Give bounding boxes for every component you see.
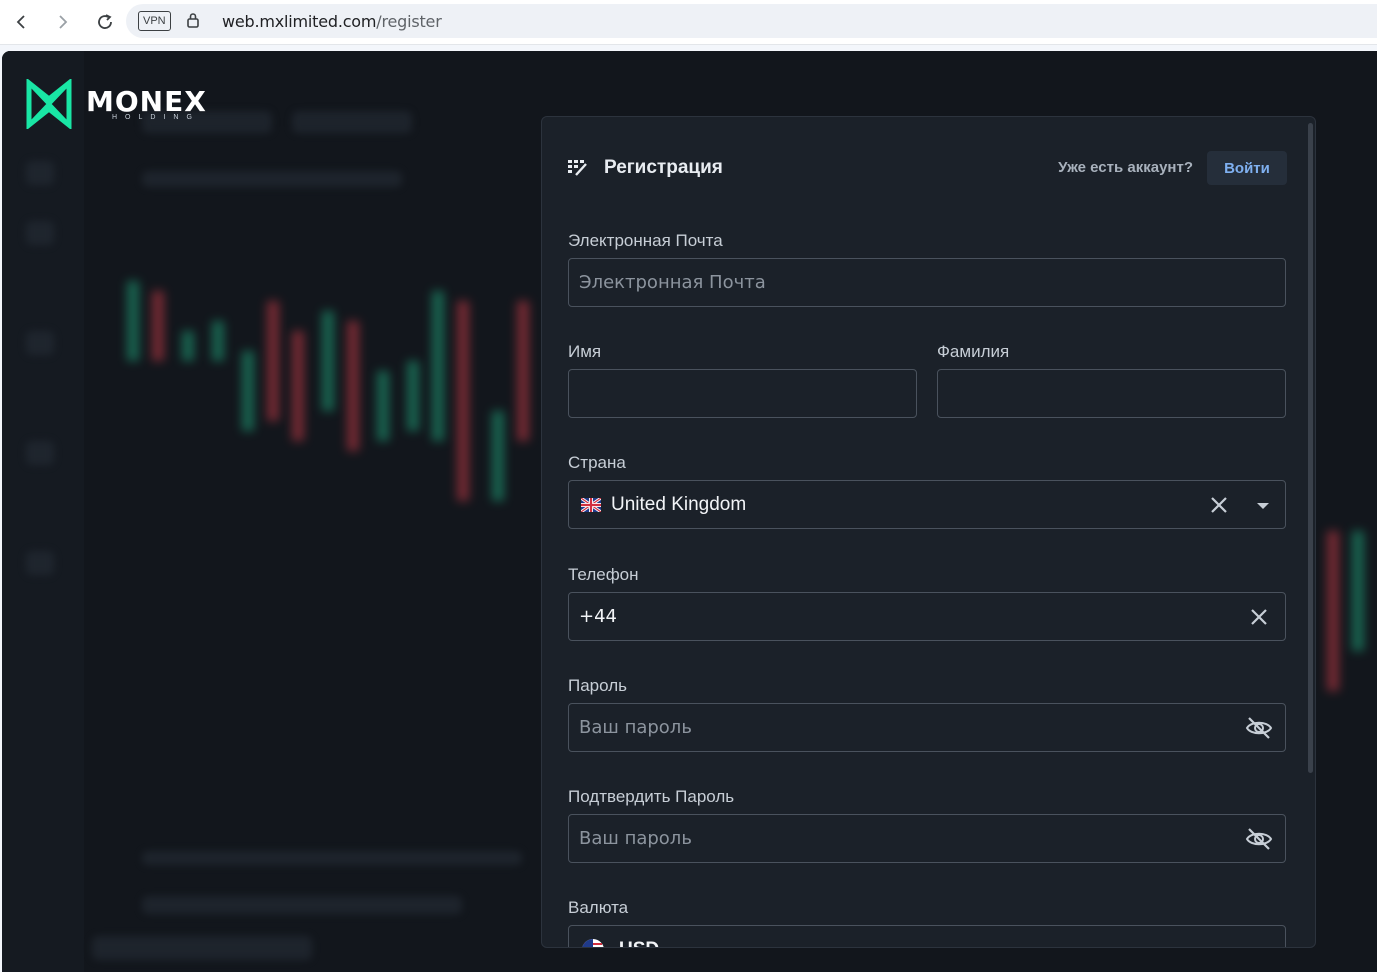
currency-label: Валюта bbox=[568, 898, 629, 917]
logo-name: MONEX bbox=[86, 84, 207, 118]
blurred-element bbox=[26, 221, 54, 245]
first-name-label: Имя bbox=[568, 342, 602, 361]
blurred-candle bbox=[182, 331, 194, 361]
blurred-candle bbox=[152, 291, 164, 361]
lock-icon[interactable] bbox=[186, 12, 200, 34]
blurred-candle bbox=[212, 321, 224, 361]
blurred-candle bbox=[242, 351, 254, 431]
blurred-element bbox=[26, 441, 54, 465]
clear-country-icon[interactable] bbox=[1207, 493, 1231, 517]
email-label: Электронная Почта bbox=[568, 231, 723, 250]
email-field-box bbox=[568, 258, 1286, 307]
last-name-label: Фамилия bbox=[937, 342, 1010, 361]
vpn-badge[interactable]: VPN bbox=[138, 11, 171, 31]
back-icon[interactable] bbox=[9, 9, 35, 35]
logo-subtitle: HOLDING bbox=[112, 113, 200, 121]
blurred-candle bbox=[377, 371, 389, 441]
first-name-input[interactable] bbox=[579, 370, 856, 417]
blurred-element bbox=[26, 331, 54, 355]
blurred-candle bbox=[407, 361, 419, 431]
phone-label: Телефон bbox=[568, 565, 639, 584]
uk-flag-icon bbox=[581, 498, 601, 512]
phone-field-box bbox=[568, 592, 1286, 641]
blurred-candle bbox=[127, 281, 139, 361]
blurred-candle bbox=[347, 321, 359, 451]
last-name-input[interactable] bbox=[948, 370, 1225, 417]
address-bar[interactable]: VPN web.mxlimited.com/register bbox=[126, 4, 1377, 38]
blurred-candle bbox=[432, 291, 444, 441]
blurred-element bbox=[26, 551, 54, 575]
logo-wordmark: MONEX HOLDING bbox=[86, 84, 207, 121]
currency-value: USD bbox=[619, 939, 659, 947]
chevron-down-icon[interactable] bbox=[1251, 493, 1275, 517]
blurred-sidebar bbox=[2, 51, 84, 972]
reload-icon[interactable] bbox=[92, 9, 118, 35]
country-value: United Kingdom bbox=[611, 494, 747, 515]
confirm-password-label: Подтвердить Пароль bbox=[568, 787, 735, 806]
first-name-field-box bbox=[568, 369, 917, 418]
password-input[interactable] bbox=[579, 704, 1225, 751]
password-field-box bbox=[568, 703, 1286, 752]
password-label: Пароль bbox=[568, 676, 627, 695]
blurred-candle bbox=[517, 301, 529, 441]
registration-icon bbox=[568, 159, 588, 182]
country-label: Страна bbox=[568, 453, 626, 472]
url-text[interactable]: web.mxlimited.com/register bbox=[222, 12, 442, 31]
blurred-candle bbox=[322, 311, 334, 411]
blurred-candle bbox=[457, 301, 469, 501]
blurred-candle bbox=[1352, 531, 1364, 651]
us-flag-icon bbox=[582, 939, 604, 947]
blurred-element bbox=[292, 111, 412, 133]
confirm-password-field-box bbox=[568, 814, 1286, 863]
currency-select[interactable]: USD bbox=[568, 925, 1286, 947]
eye-off-icon[interactable] bbox=[1245, 827, 1273, 851]
blurred-element bbox=[92, 936, 312, 960]
blurred-element bbox=[26, 161, 54, 185]
registration-panel: Регистрация Уже есть аккаунт? Войти Элек… bbox=[541, 116, 1316, 948]
login-button[interactable]: Войти bbox=[1207, 151, 1287, 185]
forward-icon[interactable] bbox=[49, 9, 75, 35]
last-name-field-box bbox=[937, 369, 1286, 418]
blurred-candle bbox=[292, 331, 304, 441]
browser-toolbar: VPN web.mxlimited.com/register bbox=[0, 0, 1377, 45]
have-account-text: Уже есть аккаунт? bbox=[1058, 159, 1193, 176]
monex-logo[interactable]: MONEX HOLDING bbox=[26, 79, 207, 129]
blurred-candle bbox=[492, 411, 504, 501]
app-background: MONEX HOLDING Регистрация Уже есть аккау… bbox=[2, 51, 1377, 972]
panel-header: Регистрация Уже есть аккаунт? Войти bbox=[568, 151, 1287, 187]
panel-scrollbar[interactable] bbox=[1308, 123, 1313, 773]
email-input[interactable] bbox=[579, 259, 1225, 306]
blurred-candle bbox=[267, 301, 279, 421]
eye-off-icon[interactable] bbox=[1245, 716, 1273, 740]
country-select[interactable]: United Kingdom bbox=[568, 480, 1286, 529]
monex-logo-icon bbox=[26, 79, 72, 129]
blurred-element bbox=[142, 171, 402, 187]
blurred-element bbox=[142, 896, 462, 914]
confirm-password-input[interactable] bbox=[579, 815, 1225, 862]
blurred-candle bbox=[1327, 531, 1339, 691]
clear-phone-icon[interactable] bbox=[1247, 605, 1271, 629]
blurred-element bbox=[142, 851, 522, 865]
registration-title: Регистрация bbox=[604, 157, 723, 178]
phone-input[interactable] bbox=[579, 593, 1225, 640]
